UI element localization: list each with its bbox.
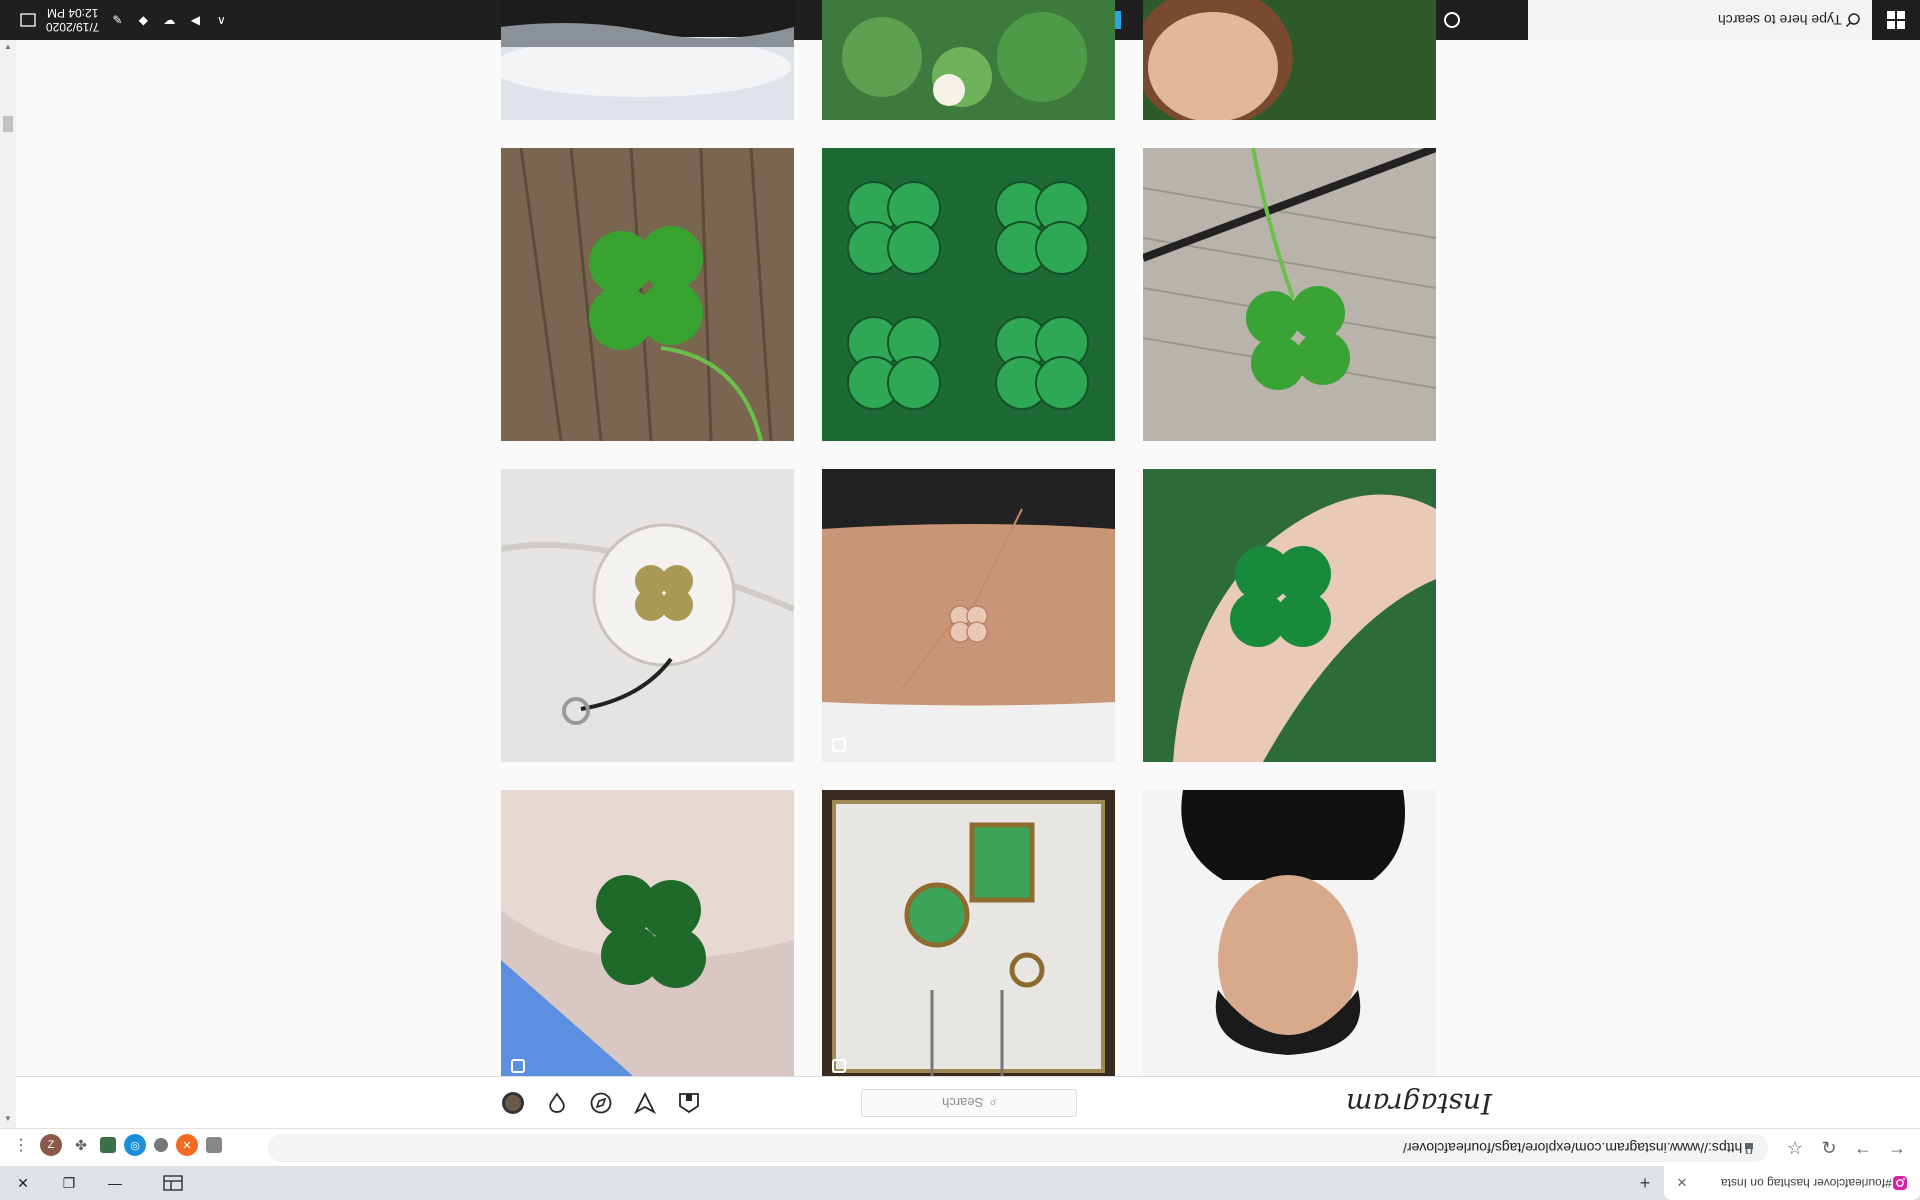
instagram-nav-icons [500, 1090, 702, 1116]
clock-date: 7/19/2020 [46, 20, 100, 34]
reload-icon[interactable]: ↻ [1816, 1134, 1842, 1162]
grey-extension-icon[interactable] [154, 1138, 168, 1152]
taskbar-clock[interactable]: 7/19/2020 12:04 PM [46, 6, 99, 34]
post-tile[interactable] [1143, 0, 1436, 120]
explore-compass-icon[interactable] [588, 1090, 614, 1116]
onedrive-icon[interactable]: ☁ [161, 12, 177, 28]
post-tile[interactable] [501, 469, 794, 762]
search-icon: ⌕ [988, 1096, 997, 1111]
taskbar-search-placeholder: Type here to search [1718, 12, 1842, 28]
instagram-search-placeholder: Search [941, 1095, 983, 1111]
post-tile[interactable] [1143, 148, 1436, 441]
action-center-icon[interactable] [20, 12, 36, 28]
minimize-window-icon[interactable]: — [92, 1166, 138, 1200]
hashtag-post-grid [501, 0, 1437, 1076]
home-icon[interactable] [676, 1090, 702, 1116]
blue-extension-icon[interactable]: ◎ [124, 1134, 146, 1156]
multiple-photos-icon [832, 1059, 846, 1073]
post-tile[interactable] [822, 148, 1115, 441]
taskbar-search-box[interactable]: Type here to search [1528, 0, 1872, 40]
post-tile[interactable] [1143, 790, 1436, 1076]
post-tile[interactable] [501, 790, 794, 1076]
scroll-down-arrow-icon[interactable]: ▼ [3, 1114, 13, 1124]
back-arrow-icon[interactable]: → [1884, 1134, 1910, 1162]
cortana-button[interactable] [1432, 0, 1472, 40]
multiple-photos-icon [832, 738, 846, 752]
post-tile[interactable] [822, 469, 1115, 762]
tab-instagram[interactable]: ✕ #fourleafclover hashtag on Insta [1664, 1166, 1920, 1200]
bookmark-star-icon[interactable]: ☆ [1782, 1134, 1808, 1162]
lock-icon[interactable] [1742, 1141, 1756, 1155]
close-tab-icon[interactable]: ✕ [1674, 1175, 1690, 1191]
start-button[interactable] [1872, 0, 1920, 40]
chevron-up-icon[interactable]: ∨ [213, 12, 229, 28]
activity-heart-icon[interactable] [544, 1090, 570, 1116]
new-tab-button[interactable]: + [1634, 1172, 1656, 1194]
extensions-area: ⋮ Z ✤ ◎ ✕ [10, 1134, 222, 1156]
profile-avatar[interactable] [500, 1090, 526, 1116]
instagram-logo[interactable]: Instagram [1346, 1087, 1492, 1120]
green-extension-icon[interactable] [100, 1137, 116, 1153]
tab-title: #fourleafclover hashtag on Insta [1721, 1176, 1892, 1190]
clock-time: 12:04 PM [47, 6, 99, 20]
scrollbar-thumb[interactable] [3, 116, 13, 132]
forward-arrow-icon[interactable]: ← [1850, 1134, 1876, 1162]
scroll-up-arrow-icon[interactable]: ▲ [3, 42, 13, 52]
post-tile[interactable] [501, 148, 794, 441]
instagram-search-input[interactable]: ⌕ Search [861, 1089, 1077, 1117]
direct-message-icon[interactable] [632, 1090, 658, 1116]
address-bar-url: https://www.instagram.com/explore/tags/f… [1402, 1140, 1742, 1156]
page-scrollbar[interactable]: ▲ ▼ [0, 40, 16, 1128]
restore-window-icon[interactable]: ❐ [46, 1166, 92, 1200]
window-controls: ✕ ❐ — [0, 1166, 208, 1200]
dropbox-icon[interactable]: ◆ [135, 12, 151, 28]
volume-icon[interactable]: ◀ [187, 12, 203, 28]
more-extension-icon[interactable] [206, 1137, 222, 1153]
search-icon [1842, 9, 1864, 31]
system-tray: 7/19/2020 12:04 PM ✎ ◆ ☁ ◀ ∨ [20, 0, 229, 40]
z-extension-icon[interactable]: Z [40, 1134, 62, 1156]
instagram-favicon-icon [1892, 1175, 1908, 1191]
puzzle-extension-icon[interactable]: ✤ [70, 1134, 92, 1156]
post-tile[interactable] [501, 0, 794, 120]
address-bar[interactable]: https://www.instagram.com/explore/tags/f… [268, 1134, 1768, 1162]
post-tile[interactable] [1143, 469, 1436, 762]
navigation-buttons: ☆ ↻ ← → [1782, 1134, 1910, 1162]
tab-search-icon[interactable] [138, 1166, 208, 1200]
multiple-photos-icon [511, 1059, 525, 1073]
windows-logo-icon [1887, 11, 1905, 29]
post-tile[interactable] [822, 790, 1115, 1076]
close-window-icon[interactable]: ✕ [0, 1166, 46, 1200]
chrome-menu-icon[interactable]: ⋮ [10, 1134, 32, 1156]
browser-tab-strip: ✕ ❐ — + ✕ #fourleafclover hashtag on Ins… [0, 1166, 1920, 1200]
pen-icon[interactable]: ✎ [109, 12, 125, 28]
post-tile[interactable] [822, 0, 1115, 120]
orange-extension-icon[interactable]: ✕ [176, 1134, 198, 1156]
instagram-nav-bar: ⌕ Search Instagram [16, 1076, 1920, 1128]
browser-toolbar: ⋮ Z ✤ ◎ ✕ https://www.instagram.com/expl… [0, 1128, 1920, 1166]
